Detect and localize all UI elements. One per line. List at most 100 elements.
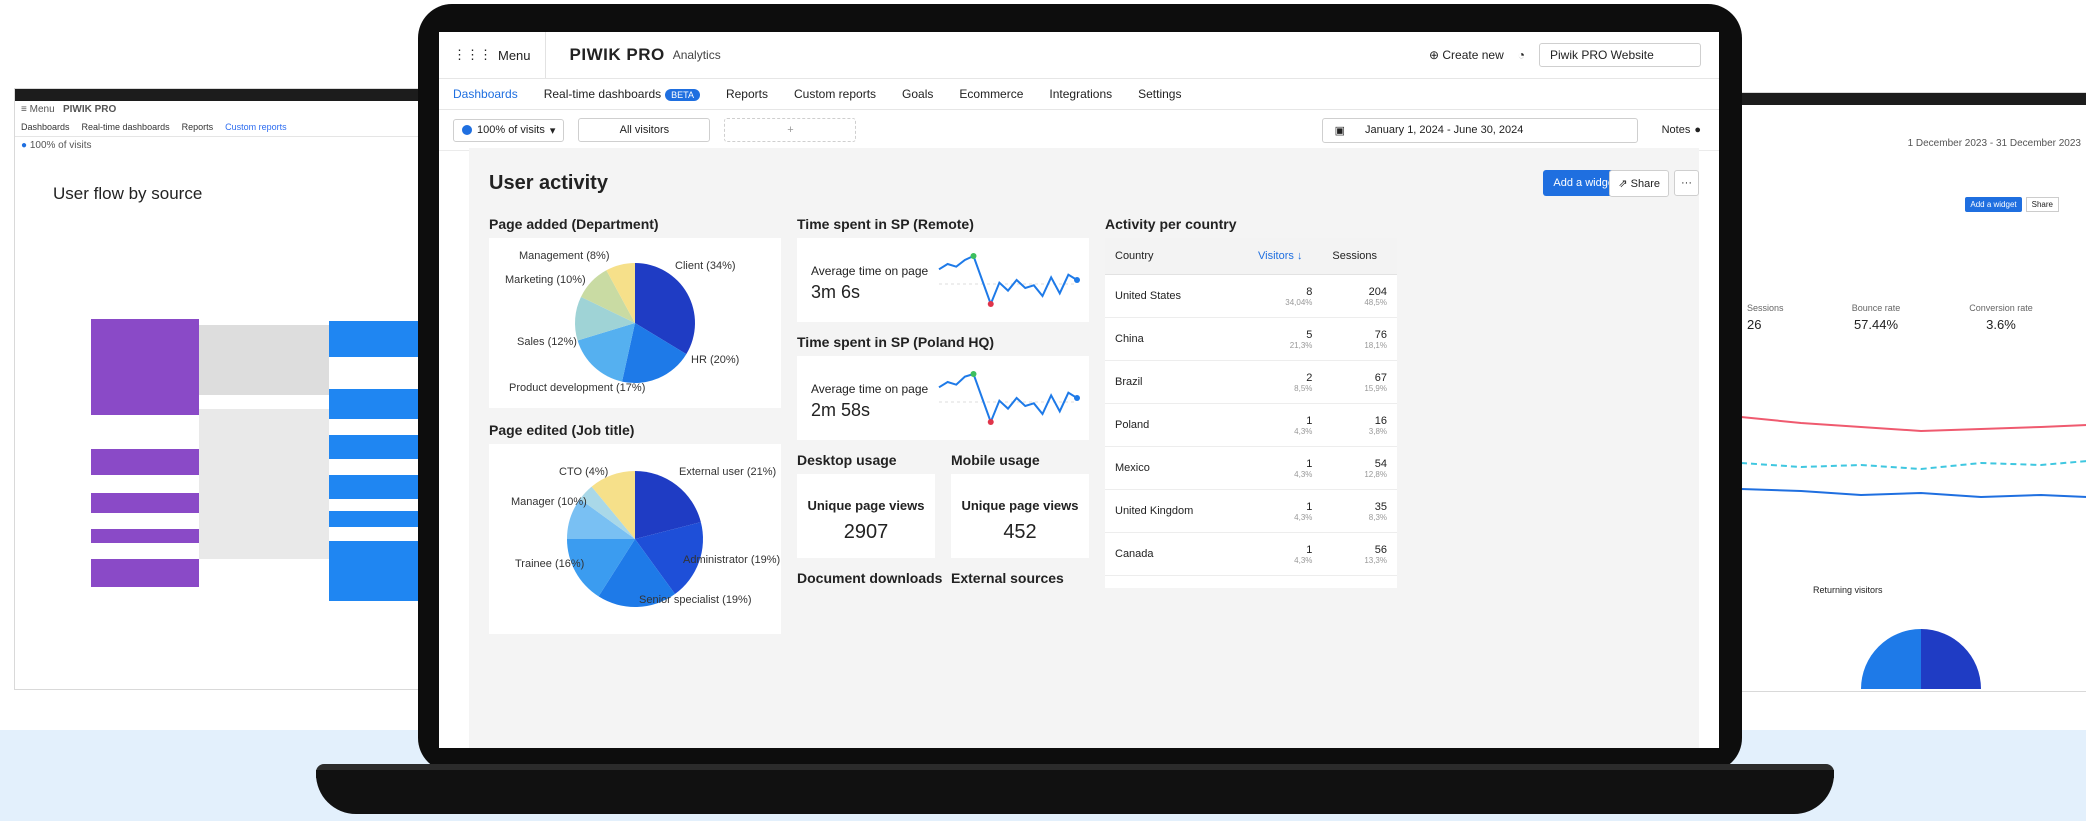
left-nav-item[interactable]: Dashboards [21, 122, 70, 132]
left-nav-item[interactable]: Reports [182, 122, 214, 132]
right-add-widget-button[interactable]: Add a widget [1965, 197, 2022, 212]
sankey-node[interactable] [91, 449, 199, 475]
sessions-cell: 67 15,9% [1322, 360, 1397, 404]
notes-button[interactable]: Notes ● [1652, 124, 1719, 136]
nav-custom-reports[interactable]: Custom reports [794, 87, 876, 101]
table-row[interactable]: Poland 1 4,3% 16 3,8% [1105, 403, 1397, 447]
activity-country-widget: Country Visitors ↓ Sessions United State… [1105, 238, 1397, 588]
laptop-screen: ⋮⋮⋮ Menu PIWIK PRO Analytics ⊕ Create ne… [439, 32, 1719, 748]
pie-label: Marketing (10%) [505, 274, 586, 286]
right-share-button[interactable]: Share [2025, 197, 2059, 212]
activity-country-title: Activity per country [1105, 216, 1237, 232]
column-header-sessions[interactable]: Sessions [1322, 238, 1397, 275]
table-row[interactable]: China 5 21,3% 76 18,1% [1105, 317, 1397, 361]
page-edited-widget: External user (21%) Administrator (19%) … [489, 444, 781, 634]
left-screen: ≡ Menu PIWIK PRO Dashboards Real-time da… [14, 88, 426, 690]
pie-label: Sales (12%) [517, 336, 577, 348]
pie-label: Senior specialist (19%) [639, 594, 752, 606]
country-cell: Poland [1105, 403, 1249, 447]
page-added-title: Page added (Department) [489, 216, 659, 232]
country-cell: United States [1105, 274, 1249, 318]
page-edited-title: Page edited (Job title) [489, 422, 635, 438]
all-visitors-segment[interactable]: All visitors [578, 118, 711, 142]
table-row[interactable]: Mexico14,3%419,8% [1105, 575, 1397, 588]
create-button[interactable]: ⊕ Create new [1429, 48, 1504, 62]
column-header-country[interactable]: Country [1105, 238, 1249, 275]
nav-dashboards[interactable]: Dashboards [453, 87, 518, 101]
table-row[interactable]: United States 8 34,04% 204 48,5% [1105, 274, 1397, 318]
sessions-cell: 204 48,5% [1322, 274, 1397, 318]
sankey-node[interactable] [329, 321, 425, 357]
segment-dot-icon [462, 125, 472, 135]
sankey-node[interactable] [329, 511, 425, 527]
left-app-name: PIWIK PRO [62, 104, 117, 115]
help-icon[interactable]: ◔ [1518, 48, 1525, 62]
right-line-chart [1741, 416, 2086, 499]
site-selector[interactable]: Piwik PRO Website [1539, 43, 1701, 67]
nav-settings[interactable]: Settings [1138, 87, 1181, 101]
add-segment-button[interactable]: + [724, 118, 857, 142]
date-range-picker[interactable]: ▣ January 1, 2024 - June 30, 2024 [1321, 117, 1638, 143]
nav-ecommerce[interactable]: Ecommerce [959, 87, 1023, 101]
table-row[interactable]: Mexico 1 4,3% 54 12,8% [1105, 446, 1397, 490]
line-series [1741, 460, 2086, 471]
logo-sub: Analytics [672, 48, 721, 62]
right-date-range[interactable]: 1 December 2023 - 31 December 2023 [1741, 135, 2086, 152]
nav-realtime-dashboards[interactable]: Real-time dashboards BETA [544, 87, 700, 101]
grid-icon: ⋮⋮⋮ [453, 47, 492, 62]
time-poland-title: Time spent in SP (Poland HQ) [797, 334, 995, 350]
pie-label: Product development (17%) [509, 382, 646, 394]
table-row[interactable]: Canada 1 4,3% 56 13,3% [1105, 532, 1397, 576]
sankey-node[interactable] [91, 529, 199, 543]
visitors-cell: 14,3% [1248, 489, 1323, 533]
sankey-node[interactable] [329, 389, 425, 419]
logo: PIWIK PRO [569, 45, 665, 64]
sparkline-series [938, 254, 1078, 307]
column-header-visitors[interactable]: Visitors ↓ [1248, 238, 1323, 275]
country-cell: China [1105, 317, 1249, 361]
comment-icon: ● [1694, 124, 1701, 136]
share-button[interactable]: ⇗ Share [1609, 170, 1669, 197]
left-screen-title: User flow by source [53, 184, 203, 203]
sessions-cell: 54 12,8% [1322, 446, 1397, 490]
country-table: Country Visitors ↓ Sessions United State… [1105, 238, 1397, 588]
table-row[interactable]: Brazil 2 8,5% 67 15,9% [1105, 360, 1397, 404]
desktop-usage-widget: Unique page views 2907 [797, 474, 935, 558]
country-cell: United Kingdom [1105, 489, 1249, 533]
sankey-node[interactable] [91, 493, 199, 513]
right-stat-card: Bounce rate 57.44% [1821, 289, 1931, 351]
sankey-node[interactable] [91, 319, 199, 415]
visitors-cell: 14,3% [1248, 532, 1323, 576]
sankey-node[interactable] [329, 435, 425, 459]
country-cell: Mexico [1105, 575, 1249, 588]
left-segment[interactable]: ● 100% of visits [15, 137, 425, 154]
desktop-usage-label: Unique page views [807, 498, 925, 513]
left-nav-item[interactable]: Real-time dashboards [82, 122, 170, 132]
segment-selector[interactable]: 100% of visits ▾ [453, 118, 565, 142]
sankey-node[interactable] [329, 475, 425, 499]
time-poland-label: Average time on page [811, 382, 929, 396]
sessions-cell: 419,8% [1322, 575, 1397, 588]
left-screen-appbar: ≡ Menu PIWIK PRO [21, 104, 117, 115]
table-row[interactable]: United Kingdom 1 4,3% 35 8,3% [1105, 489, 1397, 533]
menu-label: Menu [498, 47, 531, 63]
top-bar: ⋮⋮⋮ Menu PIWIK PRO Analytics ⊕ Create ne… [439, 32, 1719, 79]
min-point [987, 419, 994, 425]
time-remote-label: Average time on page [811, 264, 929, 278]
sessions-cell: 76 18,1% [1322, 317, 1397, 361]
sankey-node[interactable] [91, 559, 199, 587]
menu-button[interactable]: ⋮⋮⋮ Menu [439, 32, 546, 78]
nav-integrations[interactable]: Integrations [1049, 87, 1112, 101]
right-pie-chart [1861, 629, 1981, 689]
nav-reports[interactable]: Reports [726, 87, 768, 101]
sankey-node[interactable] [329, 541, 425, 601]
sessions-cell: 56 13,3% [1322, 532, 1397, 576]
time-remote-value: 3m 6s [811, 282, 861, 302]
right-stat-card: Sessions 26 [1741, 289, 1813, 351]
desktop-usage-title: Desktop usage [797, 452, 897, 468]
more-options-button[interactable]: ··· [1674, 170, 1699, 196]
time-remote-title: Time spent in SP (Remote) [797, 216, 974, 232]
pie-label: External user (21%) [679, 466, 777, 478]
left-nav-item[interactable]: Custom reports [225, 122, 287, 132]
nav-goals[interactable]: Goals [902, 87, 933, 101]
